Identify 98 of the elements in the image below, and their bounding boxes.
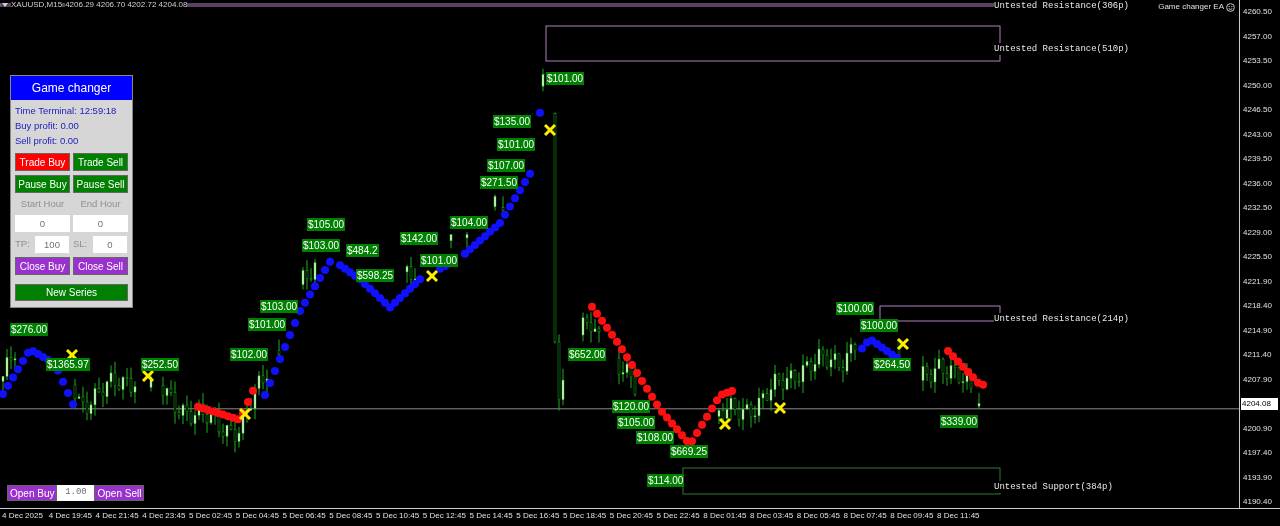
price-tick: 4197.40 [1242, 447, 1273, 459]
profit-label: $101.00 [497, 138, 536, 151]
time-tick: 8 Dec 05:45 [796, 510, 841, 522]
time-tick: 4 Dec 2025 [2, 510, 44, 522]
profit-label: $102.00 [230, 348, 269, 361]
profit-label: $142.00 [400, 232, 439, 245]
price-tick: 4243.00 [1242, 128, 1273, 141]
chart-symbol: XAUUSD,M15 [11, 0, 63, 10]
current-price-tag: 4204.08 [1241, 398, 1278, 410]
panel-title: Game changer [11, 76, 132, 100]
price-tick: 4211.40 [1242, 349, 1273, 361]
price-tick: 4221.90 [1242, 275, 1273, 288]
time-tick: 5 Dec 08:45 [329, 510, 374, 522]
profit-label: $100.00 [860, 319, 899, 332]
limit-label: TP: [15, 237, 31, 252]
profit-label: $669.25 [670, 445, 709, 458]
open-buy-button[interactable]: Open Buy [7, 485, 58, 501]
limit-input[interactable]: 0 [93, 236, 127, 253]
time-tick: 5 Dec 04:45 [235, 510, 280, 522]
profit-label: $101.00 [420, 254, 459, 267]
zone-label: Untested Support(384p) [994, 481, 1113, 493]
profit-label: $252.50 [141, 358, 180, 371]
panel-button[interactable]: Trade Buy [15, 153, 70, 171]
close-button[interactable]: Close Sell [73, 257, 128, 275]
profit-label: $484.2 [346, 244, 379, 257]
profit-label: $104.00 [450, 216, 489, 229]
profit-label: $101.00 [248, 318, 287, 331]
profit-label: $135.00 [493, 115, 532, 128]
hour-input[interactable]: 0 [73, 215, 128, 232]
profit-label: $652.00 [568, 348, 607, 361]
time-tick: 8 Dec 01:45 [703, 510, 748, 522]
hour-label: Start Hour [19, 197, 66, 211]
price-tick: 4218.40 [1242, 300, 1273, 312]
profit-label: $264.50 [873, 358, 912, 371]
time-tick: 5 Dec 14:45 [469, 510, 514, 522]
profit-label: $107.00 [487, 159, 526, 172]
time-tick: 5 Dec 12:45 [422, 510, 467, 522]
limit-input[interactable]: 100 [35, 236, 69, 253]
time-tick: 5 Dec 20:45 [609, 510, 654, 522]
profit-label: $101.00 [546, 72, 585, 85]
price-tick: 4253.50 [1242, 55, 1273, 67]
price-tick: 4250.00 [1242, 79, 1273, 92]
terminal-time: Time Terminal: 12:59:18 [15, 104, 118, 117]
price-tick: 4260.50 [1242, 6, 1273, 18]
profit-label: $103.00 [302, 239, 341, 252]
price-tick: 4190.40 [1242, 496, 1273, 508]
price-tick: 4200.90 [1242, 422, 1273, 435]
time-tick: 5 Dec 02:45 [189, 510, 234, 522]
profit-label: $114.00 [647, 474, 685, 487]
time-tick: 5 Dec 18:45 [563, 510, 608, 522]
price-tick: 4214.90 [1242, 324, 1273, 337]
time-tick: 8 Dec 07:45 [843, 510, 888, 522]
time-tick: 5 Dec 16:45 [516, 510, 561, 522]
profit-label: $100.00 [836, 302, 875, 315]
profit-label: $105.00 [617, 416, 656, 429]
price-tick: 4232.50 [1242, 202, 1273, 214]
price-tick: 4239.50 [1242, 153, 1273, 165]
profit-label: $1365.97 [46, 358, 90, 371]
price-tick: 4236.00 [1242, 177, 1273, 190]
panel-button[interactable]: Trade Sell [73, 153, 128, 171]
time-tick: 5 Dec 10:45 [376, 510, 421, 522]
hour-input[interactable]: 0 [15, 215, 70, 232]
ohlc-quotes: 4206.29 4206.70 4202.72 4204.08 [65, 0, 188, 10]
new-series-button[interactable]: New Series [15, 284, 128, 301]
zone-label: Untested Resistance(510p) [994, 43, 1130, 55]
time-tick: 4 Dec 19:45 [48, 510, 93, 522]
price-tick: 4225.50 [1242, 251, 1273, 263]
profit-label: $105.00 [307, 218, 346, 231]
time-tick: 5 Dec 06:45 [282, 510, 327, 522]
panel-button[interactable]: Pause Buy [15, 175, 70, 193]
profit-label: $276.00 [10, 323, 49, 336]
ea-name: Game changer EA [1158, 2, 1224, 12]
price-tick: 4246.50 [1242, 104, 1273, 116]
time-tick: 8 Dec 11:45 [937, 510, 981, 522]
price-tick: 4207.90 [1242, 373, 1273, 386]
buy-profit: Buy profit: 0.00 [15, 119, 80, 132]
profit-label: $108.00 [636, 431, 675, 444]
open-sell-button[interactable]: Open Sell [94, 485, 145, 501]
profit-label: $103.00 [260, 300, 299, 313]
price-tick: 4193.90 [1242, 471, 1273, 484]
time-tick: 5 Dec 22:45 [656, 510, 701, 522]
time-tick: 8 Dec 03:45 [750, 510, 795, 522]
profit-label: $120.00 [612, 400, 651, 413]
profit-label: $271.50 [480, 176, 519, 189]
profit-label: $339.00 [940, 415, 979, 428]
time-tick: 4 Dec 23:45 [142, 510, 187, 522]
lot-size-input[interactable]: 1.00 [57, 485, 95, 501]
panel-button[interactable]: Pause Sell [73, 175, 128, 193]
close-button[interactable]: Close Buy [15, 257, 70, 275]
price-tick: 4257.00 [1242, 30, 1273, 43]
sell-profit: Sell profit: 0.00 [15, 134, 80, 147]
time-tick: 4 Dec 21:45 [95, 510, 140, 522]
zone-label: Untested Resistance(306p) [994, 0, 1130, 12]
time-tick: 8 Dec 09:45 [890, 510, 935, 522]
price-tick: 4229.00 [1242, 226, 1273, 239]
limit-label: SL: [73, 237, 89, 252]
hour-label: End Hour [79, 197, 122, 211]
zone-label: Untested Resistance(214p) [994, 313, 1130, 325]
